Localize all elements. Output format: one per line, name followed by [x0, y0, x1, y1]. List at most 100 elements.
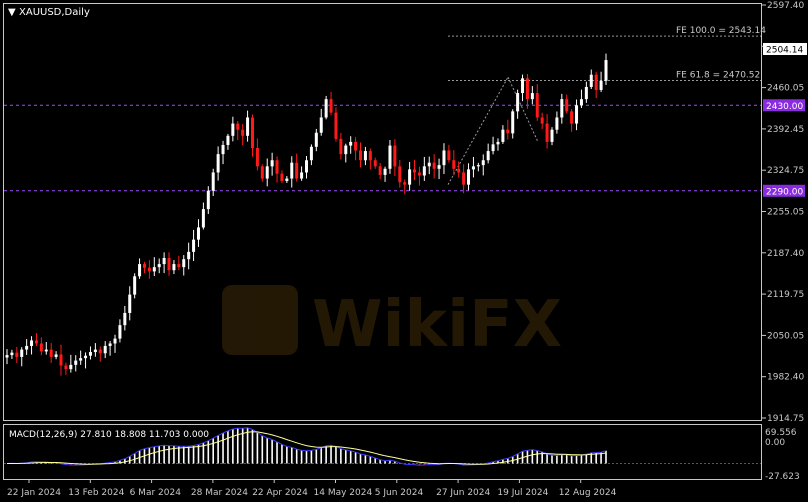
- candle-body: [98, 349, 102, 354]
- candle-body: [408, 169, 412, 185]
- candle-body: [167, 257, 171, 271]
- candle-body: [300, 172, 304, 179]
- candle-body: [324, 99, 328, 118]
- candle-body: [226, 135, 230, 145]
- candle-body: [378, 166, 382, 175]
- candle-body: [138, 264, 142, 277]
- candle-body: [413, 169, 417, 173]
- candle-body: [285, 178, 289, 182]
- price-tick-label: 2460.05: [767, 84, 804, 94]
- candle-body: [44, 349, 48, 352]
- candle-body: [39, 343, 43, 352]
- watermark-text: WikiFX: [312, 288, 562, 362]
- candle-body: [457, 168, 461, 173]
- macd-tick-label: 69.556: [765, 428, 797, 438]
- macd-tick-label: 0.00: [765, 438, 785, 448]
- candle-body: [123, 312, 127, 326]
- candle-body: [545, 123, 549, 142]
- candle-body: [25, 345, 29, 350]
- candle-body: [344, 145, 348, 155]
- candle-body: [540, 117, 544, 124]
- candle-body: [467, 169, 471, 185]
- candle-body: [442, 150, 446, 166]
- price-chart[interactable]: WikiFX 2597.402529.752460.052392.452324.…: [0, 0, 808, 502]
- candle-body: [506, 129, 510, 134]
- price-tick-label: 2050.05: [767, 331, 804, 341]
- candle-body: [275, 160, 279, 174]
- candle-body: [354, 141, 358, 151]
- candle-body: [113, 338, 117, 344]
- candle-body: [427, 162, 431, 167]
- candle-body: [255, 148, 259, 167]
- candle-body: [452, 160, 456, 169]
- candle-body: [319, 117, 323, 133]
- candle-body: [398, 166, 402, 183]
- candle-body: [481, 160, 485, 166]
- price-tick-label: 1914.75: [767, 414, 804, 424]
- candle-body: [177, 264, 181, 268]
- price-tick-label: 2119.75: [767, 290, 804, 300]
- candle-body: [133, 276, 137, 295]
- candle-body: [555, 117, 559, 130]
- time-tick-label: 28 Mar 2024: [191, 488, 248, 498]
- candle-body: [599, 80, 603, 90]
- macd-title: MACD(12,26,9) 27.810 18.808 11.703 0.000: [9, 430, 209, 440]
- candle-body: [403, 182, 407, 185]
- candle-body: [570, 111, 574, 124]
- candle-body: [10, 352, 14, 356]
- fib-expansion-label: FE 61.8 = 2470.52: [676, 71, 760, 81]
- candle-body: [15, 352, 19, 357]
- candle-body: [221, 144, 225, 155]
- candle-body: [187, 251, 191, 260]
- candle-body: [447, 150, 451, 161]
- price-level-label: 2430.00: [766, 102, 803, 112]
- candle-body: [589, 74, 593, 87]
- candle-body: [30, 340, 34, 346]
- candle-body: [250, 117, 254, 149]
- candle-body: [368, 151, 372, 161]
- candle-body: [34, 340, 38, 344]
- candle-body: [501, 129, 505, 142]
- chart-menu-icon[interactable]: ▼: [8, 7, 16, 18]
- candle-body: [270, 160, 274, 167]
- candle-body: [511, 111, 515, 134]
- candle-body: [329, 99, 333, 113]
- candle-body: [496, 141, 500, 145]
- candle-body: [246, 117, 250, 136]
- price-tick-label: 2187.40: [767, 249, 804, 259]
- candle-body: [172, 264, 176, 271]
- candle-body: [54, 354, 58, 357]
- time-tick-label: 27 Jun 2024: [436, 488, 490, 498]
- candle-body: [128, 294, 132, 313]
- candle-body: [79, 358, 83, 361]
- time-tick-label: 22 Apr 2024: [252, 488, 308, 498]
- candle-body: [280, 173, 284, 182]
- time-tick-label: 14 May 2024: [314, 488, 373, 498]
- price-level-label: 2290.00: [766, 187, 803, 197]
- candle-body: [74, 360, 78, 365]
- watermark-logo: [222, 285, 298, 355]
- candle-body: [476, 165, 480, 167]
- candle-body: [486, 151, 490, 161]
- price-tick-label: 2255.05: [767, 208, 804, 218]
- candle-body: [88, 352, 92, 356]
- candle-body: [157, 264, 161, 268]
- candle-body: [521, 78, 525, 94]
- time-tick-label: 12 Aug 2024: [559, 488, 617, 498]
- candle-body: [383, 168, 387, 175]
- time-tick-label: 5 Jun 2024: [375, 488, 424, 498]
- candle-body: [295, 162, 299, 179]
- candle-body: [575, 105, 579, 124]
- time-tick-label: 6 Mar 2024: [130, 488, 182, 498]
- candle-body: [462, 172, 466, 185]
- candle-body: [64, 365, 68, 370]
- price-tick-label: 2597.40: [767, 1, 804, 11]
- candle-body: [93, 349, 97, 353]
- candle-body: [142, 264, 146, 268]
- candle-body: [373, 160, 377, 167]
- candle-body: [49, 349, 53, 357]
- candle-body: [59, 354, 63, 366]
- candle-body: [309, 146, 313, 161]
- candle-body: [118, 325, 122, 339]
- candle-body: [550, 129, 554, 142]
